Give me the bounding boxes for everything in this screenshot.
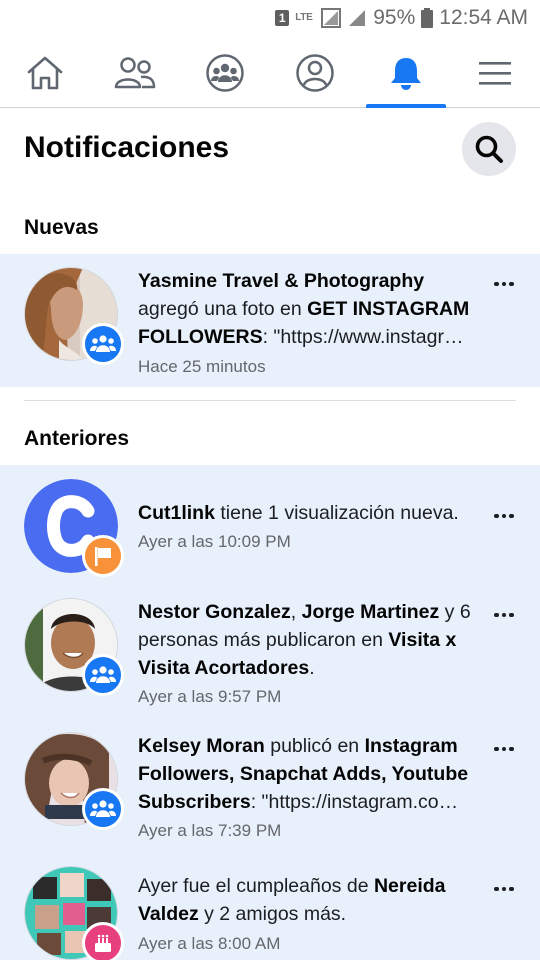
notification-preview: . [309,657,315,679]
section-title-earlier: Anteriores [24,427,130,450]
more-icon [494,886,499,892]
page-title: Notificaciones [24,131,230,164]
nav-friends[interactable] [95,38,175,108]
more-icon [494,612,499,618]
notification-time: Ayer a las 9:57 PM [138,687,282,706]
search-icon [475,135,503,163]
actor-name: Yasmine Travel & Photography [138,270,425,292]
more-icon [494,513,499,519]
nav-menu[interactable] [455,38,535,108]
notification-action: publicó en [264,735,365,757]
birthday-badge [82,922,124,960]
nav-profile[interactable] [275,38,355,108]
actor-name: Nestor Gonzalez [138,601,291,623]
earlier-notifications: Cut1link tiene 1 visualización nueva. Ay… [0,465,540,960]
more-options-button[interactable] [490,877,518,901]
notification-text[interactable]: Nestor Gonzalez, Jorge Martinez y 6 pers… [138,598,478,682]
status-icons: 1 LTE 95% 12:54 AM [275,6,528,30]
signal-icon [349,10,366,26]
clock: 12:54 AM [439,6,528,29]
cake-icon [95,934,111,952]
section-divider [24,400,516,401]
notification-text: Yasmine Travel & Photography agregó una … [138,267,478,351]
nav-active-indicator [366,104,446,108]
notification-text[interactable]: Cut1link tiene 1 visualización nueva. [138,499,478,527]
notification-preview: y 2 amigos más. [198,903,347,925]
page-badge [82,535,124,577]
notification-preview: : "https://instagram.co… [250,791,459,813]
bell-icon [391,58,421,90]
groups-icon [90,666,116,683]
groups-icon [90,335,116,352]
actor-name: Kelsey Moran [138,735,265,757]
avatar [24,598,124,696]
avatar [24,479,124,577]
notification-action: tiene 1 visualización nueva. [214,502,459,524]
battery-icon [421,8,434,28]
notification-text[interactable]: Ayer fue el cumpleaños de Nereida Valdez… [138,872,478,928]
more-options-button[interactable] [490,603,518,627]
notification-action: Ayer fue el cumpleaños de [138,875,374,897]
notification-time: Ayer a las 10:09 PM [138,532,291,551]
home-icon [27,56,63,90]
nav-home[interactable] [5,38,85,108]
profile-icon [296,54,334,92]
notification-action: agregó una foto en [138,298,308,320]
avatar [24,732,124,830]
flag-icon [95,547,111,566]
notification-text[interactable]: Kelsey Moran publicó en Instagram Follow… [138,732,478,816]
actor-name: Jorge Martinez [301,601,440,623]
more-options-button[interactable] [490,504,518,528]
nav-groups[interactable] [185,38,265,108]
top-navigation [0,38,540,108]
avatar [24,866,124,960]
more-options-button[interactable] [490,272,518,296]
friends-icon [114,57,156,89]
notification-time: Ayer a las 7:39 PM [138,821,282,840]
notification-item[interactable]: Yasmine Travel & Photography agregó una … [0,254,540,387]
section-title-new: Nuevas [24,216,99,239]
notification-preview: : "https://www.instagr… [262,326,464,348]
more-icon [494,746,499,752]
no-signal-icon [321,8,342,28]
groups-icon [90,800,116,817]
menu-icon [479,62,511,85]
notification-time: Hace 25 minutos [138,357,266,376]
more-icon [494,281,499,287]
battery-percent: 95% [373,6,416,29]
nav-notifications[interactable] [366,38,446,108]
sim-icon: 1 [275,10,290,26]
lte-indicator: LTE [295,12,313,23]
search-button[interactable] [462,122,516,176]
separator: , [290,601,302,623]
group-badge [82,323,124,365]
notification-time: Ayer a las 8:00 AM [138,934,281,953]
status-bar: 1 LTE 95% 12:54 AM [0,0,540,38]
group-badge [82,788,124,830]
more-options-button[interactable] [490,737,518,761]
avatar [24,267,124,365]
groups-icon [206,54,244,92]
actor-name: Cut1link [138,502,215,524]
group-badge [82,654,124,696]
